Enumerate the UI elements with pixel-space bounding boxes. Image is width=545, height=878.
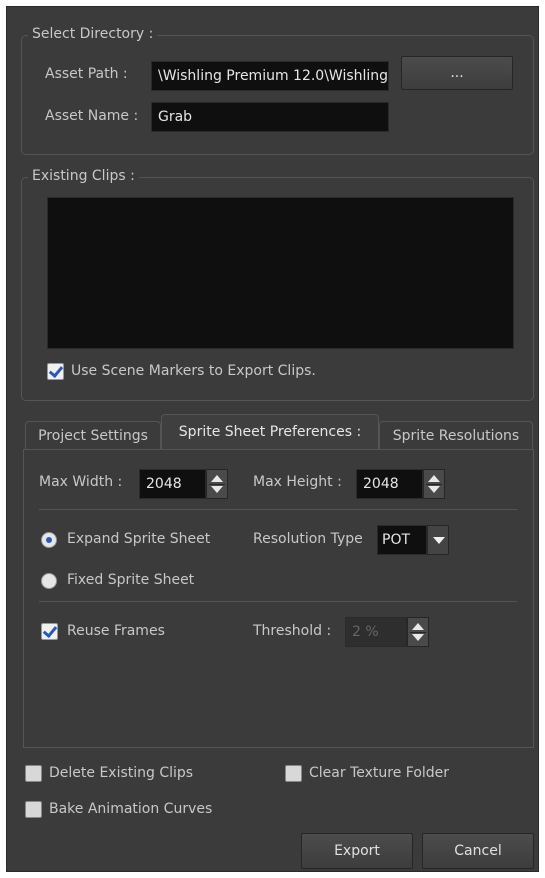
- clear-texture-folder-label: Clear Texture Folder: [309, 765, 450, 781]
- bake-animation-curves-label: Bake Animation Curves: [49, 801, 213, 817]
- reuse-frames-checkbox[interactable]: [41, 623, 58, 640]
- separator-2: [39, 601, 517, 602]
- up-arrow-icon: [428, 475, 440, 482]
- threshold-field[interactable]: 2 %: [345, 617, 407, 647]
- separator-1: [39, 509, 517, 510]
- tab-project-settings[interactable]: Project Settings: [25, 421, 161, 449]
- use-scene-markers-checkbox[interactable]: [47, 363, 64, 380]
- asset-path-label: Asset Path :: [45, 66, 128, 82]
- fixed-sprite-sheet-radio[interactable]: [41, 573, 57, 589]
- max-width-stepper[interactable]: [206, 469, 228, 499]
- sprite-sheet-panel: [23, 449, 534, 748]
- threshold-stepper[interactable]: [407, 617, 429, 647]
- asset-name-field[interactable]: Grab: [151, 102, 389, 132]
- use-scene-markers-label: Use Scene Markers to Export Clips.: [71, 363, 316, 379]
- max-height-stepper[interactable]: [423, 469, 445, 499]
- reuse-frames-label: Reuse Frames: [67, 623, 165, 639]
- delete-existing-clips-label: Delete Existing Clips: [49, 765, 194, 781]
- export-dialog: Select Directory : Asset Path : \Wishlin…: [6, 6, 539, 872]
- threshold-label: Threshold :: [253, 623, 332, 639]
- cancel-button[interactable]: Cancel: [422, 833, 534, 869]
- chevron-down-icon[interactable]: [427, 525, 449, 555]
- select-directory-group: Select Directory :: [21, 26, 534, 155]
- expand-sprite-sheet-label: Expand Sprite Sheet: [67, 531, 211, 547]
- export-button[interactable]: Export: [301, 833, 413, 869]
- stepper-divider: [426, 484, 442, 485]
- select-directory-title: Select Directory :: [28, 26, 158, 42]
- max-width-label: Max Width :: [39, 474, 123, 490]
- existing-clips-title: Existing Clips :: [28, 168, 139, 184]
- resolution-type-label: Resolution Type: [253, 531, 363, 547]
- resolution-type-select[interactable]: POT: [377, 525, 427, 555]
- max-height-label: Max Height :: [253, 474, 342, 490]
- clear-texture-folder-checkbox[interactable]: [285, 765, 302, 782]
- down-arrow-icon: [428, 486, 440, 493]
- max-width-field[interactable]: 2048: [139, 469, 206, 499]
- browse-button[interactable]: ...: [401, 56, 513, 90]
- delete-existing-clips-checkbox[interactable]: [25, 765, 42, 782]
- stepper-divider: [209, 484, 225, 485]
- tab-sprite-resolutions[interactable]: Sprite Resolutions: [379, 421, 533, 449]
- down-arrow-icon: [211, 486, 223, 493]
- bake-animation-curves-checkbox[interactable]: [25, 801, 42, 818]
- down-arrow-icon: [412, 634, 424, 641]
- tab-sprite-sheet-preferences[interactable]: Sprite Sheet Preferences :: [161, 414, 379, 450]
- up-arrow-icon: [412, 623, 424, 630]
- clips-list[interactable]: [47, 197, 514, 349]
- fixed-sprite-sheet-label: Fixed Sprite Sheet: [67, 572, 195, 588]
- up-arrow-icon: [211, 475, 223, 482]
- stepper-divider: [410, 632, 426, 633]
- asset-name-label: Asset Name :: [45, 108, 139, 124]
- asset-path-field[interactable]: \Wishling Premium 12.0\Wishling: [151, 61, 389, 91]
- max-height-field[interactable]: 2048: [356, 469, 423, 499]
- expand-sprite-sheet-radio[interactable]: [41, 532, 57, 548]
